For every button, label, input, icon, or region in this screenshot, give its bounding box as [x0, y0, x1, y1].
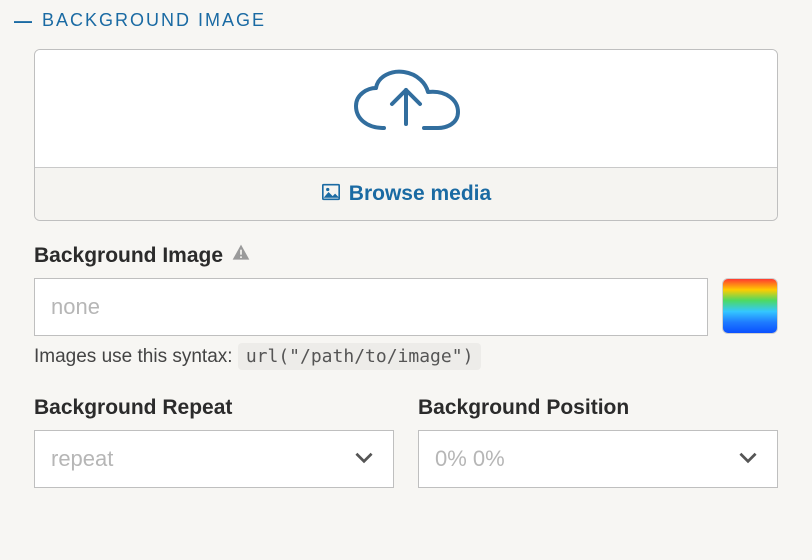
bg-repeat-label: Background Repeat	[34, 396, 394, 420]
bg-image-label-row: Background Image	[34, 243, 778, 268]
chevron-down-icon	[351, 444, 377, 475]
bg-position-select[interactable]: 0% 0%	[418, 430, 778, 488]
bg-position-col: Background Position 0% 0%	[418, 396, 778, 488]
bg-image-label: Background Image	[34, 244, 223, 268]
upload-dropzone[interactable]	[35, 50, 777, 168]
bg-image-input-row	[34, 278, 778, 336]
syntax-hint-code: url("/path/to/image")	[238, 343, 482, 370]
repeat-position-row: Background Repeat repeat Background Posi…	[34, 396, 778, 488]
upload-box: Browse media	[34, 49, 778, 221]
warning-icon	[231, 243, 251, 268]
browse-media-label: Browse media	[349, 182, 491, 206]
bg-image-input[interactable]	[34, 278, 708, 336]
bg-position-value: 0% 0%	[435, 446, 735, 472]
bg-position-label: Background Position	[418, 396, 778, 420]
section-content: Browse media Background Image Images use…	[0, 49, 812, 488]
syntax-hint-prefix: Images use this syntax:	[34, 346, 238, 367]
cloud-upload-icon	[346, 66, 466, 151]
image-icon	[321, 183, 341, 206]
browse-media-button[interactable]: Browse media	[35, 168, 777, 220]
bg-repeat-select[interactable]: repeat	[34, 430, 394, 488]
collapse-icon: —	[14, 12, 32, 30]
section-title: BACKGROUND IMAGE	[42, 10, 266, 31]
gradient-swatch-button[interactable]	[722, 278, 778, 334]
chevron-down-icon	[735, 444, 761, 475]
section-header[interactable]: — BACKGROUND IMAGE	[0, 4, 812, 49]
syntax-hint: Images use this syntax: url("/path/to/im…	[34, 346, 778, 368]
bg-repeat-value: repeat	[51, 446, 351, 472]
bg-repeat-col: Background Repeat repeat	[34, 396, 394, 488]
